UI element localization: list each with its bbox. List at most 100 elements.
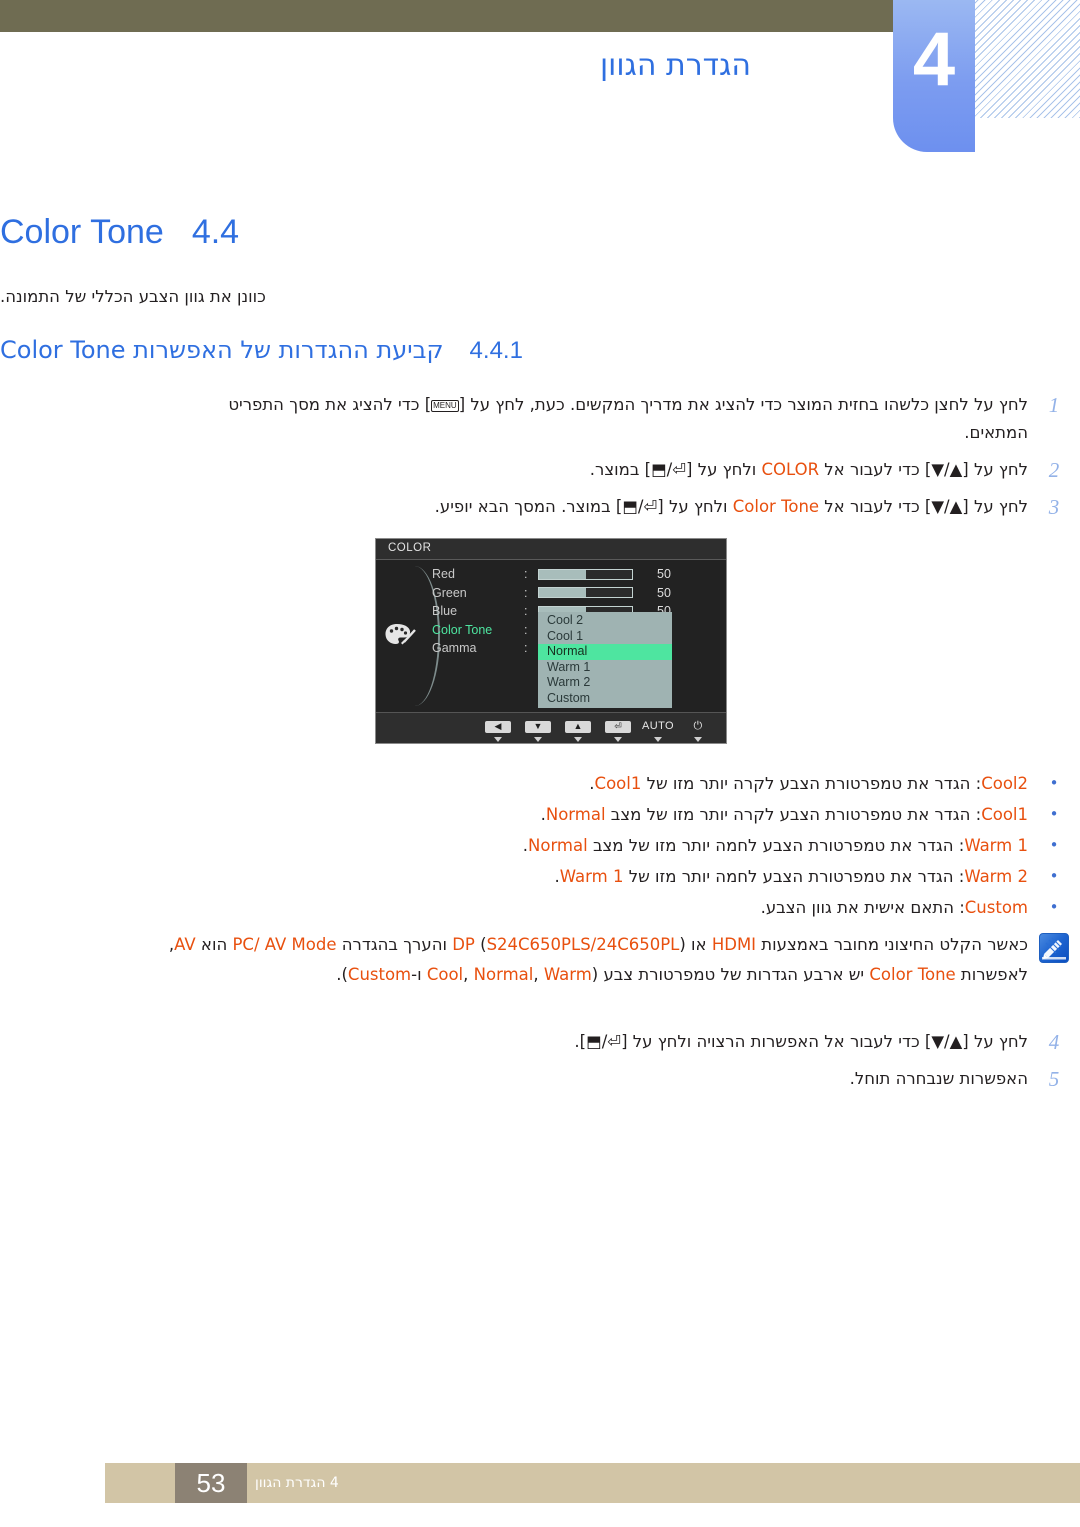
chapter-number: 4 xyxy=(912,17,956,102)
osd-guide-button-glyph: ▼ xyxy=(525,721,551,733)
highlighted-term: Normal xyxy=(545,805,606,824)
osd-guide-button[interactable]: ⏎ xyxy=(598,716,638,742)
chapter-tab: 4 xyxy=(893,0,975,152)
osd-guide-button-glyph: ▲ xyxy=(565,721,591,733)
step-number: 4 xyxy=(1048,1030,1060,1054)
osd-dropdown-option[interactable]: Cool 1 xyxy=(538,629,672,645)
step-number: 5 xyxy=(1048,1067,1060,1091)
highlighted-term: Warm 2 xyxy=(964,867,1028,886)
osd-guide-button[interactable]: ▲ xyxy=(558,716,598,742)
bullet-dot-icon: • xyxy=(1049,774,1059,792)
highlighted-term: Color Tone xyxy=(869,965,956,984)
osd-guide-button-tick xyxy=(654,737,662,742)
osd-guide-button-glyph: AUTO xyxy=(642,720,674,732)
osd-slider-fill xyxy=(539,569,586,579)
option-description-text: Custom: התאם אישית את גוון הצבע. xyxy=(760,898,1028,917)
osd-row[interactable]: Red: 50 xyxy=(432,565,728,584)
osd-row-label: Color Tone xyxy=(432,622,493,637)
section-intro: כוונן את גוון הצבע הכללי של התמונה. xyxy=(0,287,266,306)
highlighted-term: HDMI xyxy=(711,935,757,954)
osd-slider-value: 50 xyxy=(657,567,671,582)
option-description-item: • Custom: התאם אישית את גוון הצבע. xyxy=(0,892,1080,923)
bullet-dot-icon: • xyxy=(1049,836,1059,854)
step-text: האפשרות שנבחרה תוחל. xyxy=(849,1069,1028,1088)
bullet-dot-icon: • xyxy=(1049,898,1059,916)
section-number: 4.4 xyxy=(191,213,240,251)
instruction-step: 4 לחץ על [▲/▼] כדי לעבור אל האפשרות הרצוי… xyxy=(0,1028,1080,1056)
highlighted-term: Warm xyxy=(543,965,592,984)
highlighted-term: COLOR xyxy=(761,460,820,479)
osd-guide-button[interactable]: ⏻ xyxy=(678,716,718,742)
osd-dropdown-option[interactable]: Warm 1 xyxy=(538,660,672,676)
osd-guide-button-tick xyxy=(574,737,582,742)
highlighted-term: Custom xyxy=(964,898,1028,917)
osd-slider[interactable] xyxy=(538,587,633,599)
highlighted-term: Normal xyxy=(473,965,534,984)
osd-guide-button-tick xyxy=(694,737,702,742)
osd-row-colon: : xyxy=(524,641,528,656)
osd-dropdown-option[interactable]: Custom xyxy=(538,691,672,707)
highlighted-term: Cool1 xyxy=(594,774,642,793)
osd-title: COLOR xyxy=(388,542,432,554)
instruction-step: 2 לחץ על [▲/▼] כדי לעבור אל COLOR ולחץ על… xyxy=(0,456,1080,484)
note-text: כאשר הקלט החיצוני מחובר באמצעות HDMI או … xyxy=(168,935,1028,984)
osd-dropdown-option[interactable]: Warm 2 xyxy=(538,675,672,691)
osd-menu-screenshot: COLOR Red:50Green:50Blue: 50 Color Tone: Ga… xyxy=(375,538,727,744)
osd-guide-button-tick xyxy=(534,737,542,742)
palette-icon xyxy=(384,622,418,650)
bullet-dot-icon: • xyxy=(1049,805,1059,823)
option-description-item: • Cool1: הגדר את טמפרטורת הצבע לקרה יותר … xyxy=(0,799,1080,830)
footer-chapter-label: 4 הגדרת הגוון xyxy=(255,1475,339,1491)
highlighted-term: AV xyxy=(174,935,196,954)
highlighted-term: Warm 1 xyxy=(964,836,1028,855)
option-descriptions: • Cool2: הגדר את טמפרטורת הצבע לקרה יותר … xyxy=(0,768,1080,923)
page-number: 53 xyxy=(175,1463,247,1503)
subsection-title: קביעת ההגדרות של האפשרות Color Tone xyxy=(0,336,444,364)
osd-slider-fill xyxy=(539,588,586,598)
osd-guide-button[interactable]: AUTO xyxy=(638,716,678,742)
highlighted-term: Color Tone xyxy=(732,497,820,516)
highlighted-term: DP xyxy=(452,935,475,954)
page-header: 4 הגדרת הגוון xyxy=(0,0,1080,170)
subsection-title-row: קביעת ההגדרות של האפשרות Color Tone 4.4.1 xyxy=(0,336,912,365)
osd-row[interactable]: Green: 50 xyxy=(432,584,728,603)
option-description-item: • Warm 2: הגדר את טמפרטורת הצבע לחמה יותר… xyxy=(0,861,1080,892)
option-description-item: • Warm 1: הגדר את טמפרטורת הצבע לחמה יותר… xyxy=(0,830,1080,861)
note-block: כאשר הקלט החיצוני מחובר באמצעות HDMI או … xyxy=(0,930,1080,990)
osd-row-colon: : xyxy=(524,585,528,600)
osd-dropdown-option[interactable]: Cool 2 xyxy=(538,613,672,629)
option-description-text: Warm 2: הגדר את טמפרטורת הצבע לחמה יותר … xyxy=(554,867,1028,886)
section-title: Color Tone xyxy=(0,213,164,251)
osd-row-label: Blue xyxy=(432,604,458,619)
page-footer: 53 4 הגדרת הגוון xyxy=(105,1463,1080,1503)
osd-slider[interactable] xyxy=(538,568,633,580)
osd-row-colon: : xyxy=(524,622,528,637)
option-description-text: Warm 1: הגדר את טמפרטורת הצבע לחמה יותר … xyxy=(522,836,1028,855)
osd-row-label: Green xyxy=(432,585,467,600)
highlighted-term: Cool xyxy=(426,965,464,984)
chapter-title: הגדרת הגוון xyxy=(600,48,752,83)
step-number: 1 xyxy=(1048,393,1060,417)
highlighted-term: Custom xyxy=(347,965,412,984)
instruction-step: 3 לחץ על [▲/▼] כדי לעבור אל Color Tone ול… xyxy=(0,493,1080,521)
instruction-steps-tail: 4 לחץ על [▲/▼] כדי לעבור אל האפשרות הרצוי… xyxy=(0,1028,1080,1102)
osd-guide-button[interactable]: ◀ xyxy=(478,716,518,742)
step-text: לחץ על לחצן כלשהו בחזית המוצר כדי להציג … xyxy=(228,395,1028,442)
note-icon-cell xyxy=(1028,930,1080,990)
subsection-number: 4.4.1 xyxy=(469,337,523,364)
step-text: לחץ על [▲/▼] כדי לעבור אל Color Tone ולח… xyxy=(434,497,1028,516)
option-description-item: • Cool2: הגדר את טמפרטורת הצבע לקרה יותר … xyxy=(0,768,1080,799)
header-olive-bar xyxy=(0,0,893,32)
highlighted-term: S24C650PLS/24C650PL xyxy=(486,935,680,954)
option-description-text: Cool1: הגדר את טמפרטורת הצבע לקרה יותר מ… xyxy=(540,805,1028,824)
highlighted-term: Cool1 xyxy=(981,805,1028,824)
instruction-step: 5 האפשרות שנבחרה תוחל. xyxy=(0,1065,1080,1093)
osd-row-label: Gamma xyxy=(432,641,477,656)
osd-dropdown-list[interactable]: Cool 2 Cool 1 Normal Warm 1 Warm 2 Custom xyxy=(538,612,672,708)
osd-guide-button[interactable]: ▼ xyxy=(518,716,558,742)
osd-row-label: Red xyxy=(432,567,455,582)
osd-dropdown-option[interactable]: Normal xyxy=(538,644,672,660)
step-text: לחץ על [▲/▼] כדי לעבור אל COLOR ולחץ על … xyxy=(589,460,1028,479)
osd-titlebar: COLOR xyxy=(376,539,726,560)
highlighted-term: Warm 1 xyxy=(559,867,624,886)
